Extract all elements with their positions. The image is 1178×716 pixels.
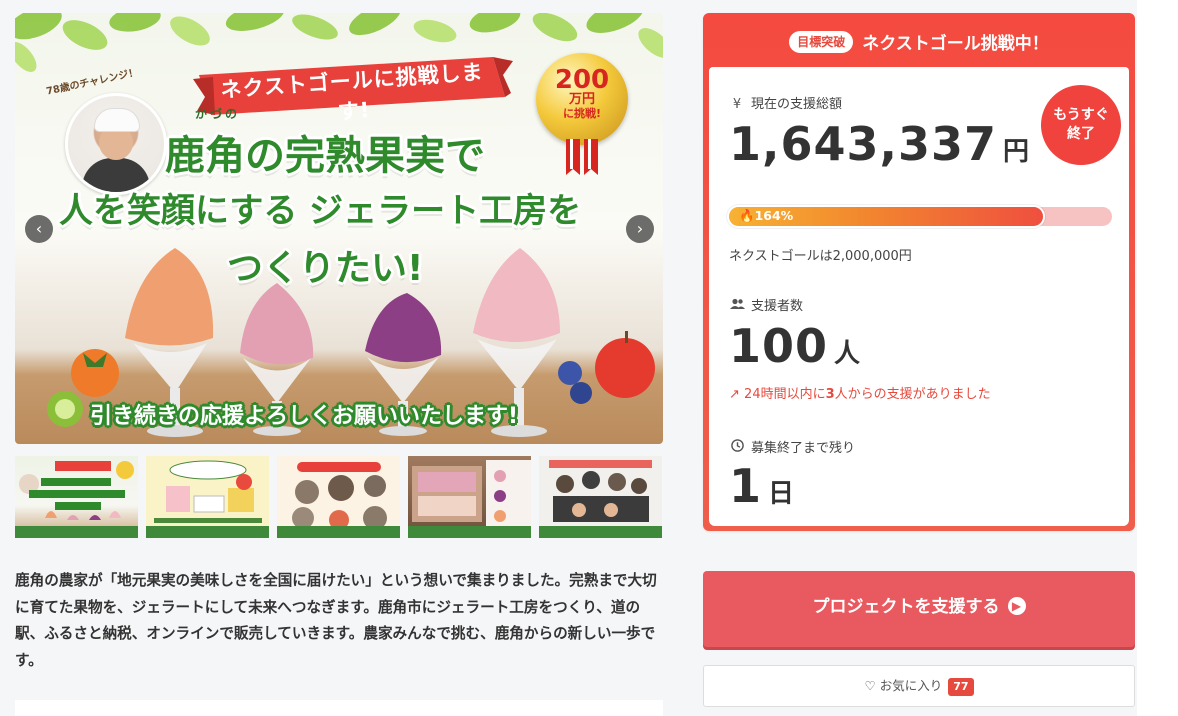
yen-icon: ¥ bbox=[732, 97, 742, 112]
total-label-row: ¥ 現在の支援総額 bbox=[729, 93, 842, 112]
thumbnail-1[interactable] bbox=[15, 456, 138, 538]
ending-soon-line2: 終了 bbox=[1067, 126, 1095, 142]
goal-achieved-badge: 目標突破 bbox=[789, 30, 854, 53]
total-amount-value: 1,643,337 bbox=[729, 117, 997, 171]
hero-image: ネクストゴールに挑戦します! 200 万円 に挑戦! 78歳のチャレンジ！ かづ… bbox=[15, 13, 663, 444]
card-body: ¥ 現在の支援総額 1,643,337 円 もうすぐ 終了 🔥164% ネクストゴー… bbox=[709, 67, 1129, 526]
trend-up-icon: ↗ bbox=[729, 387, 740, 402]
thumbnail-strip bbox=[15, 456, 663, 538]
heart-icon: ♡ bbox=[864, 678, 876, 693]
project-description: 鹿角の農家が「地元果実の美味しさを全国に届けたい」という想いで集まりました。完熟… bbox=[15, 572, 657, 669]
total-amount: 1,643,337 円 bbox=[729, 117, 1029, 171]
remaining-unit: 日 bbox=[768, 479, 795, 509]
support-button-label: プロジェクトを支援する bbox=[812, 597, 1000, 617]
ending-soon-line1: もうすぐ bbox=[1053, 107, 1109, 123]
remaining-label: 募集終了まで残り bbox=[751, 441, 856, 456]
content-card-edge bbox=[15, 700, 663, 716]
next-goal-title: ネクストゴール挑戦中！ bbox=[862, 34, 1049, 54]
goal-badge-200: 200 万円 に挑戦! bbox=[536, 53, 628, 145]
recent-count: 3 bbox=[825, 387, 835, 402]
chevron-left-icon: ‹ bbox=[35, 219, 43, 238]
progress-bar-fill: 🔥164% bbox=[729, 207, 1043, 226]
hero-title-line1: 鹿角の完熟果実で bbox=[165, 133, 485, 179]
recent-prefix: 24時間以内に bbox=[744, 387, 826, 402]
ending-soon-badge: もうすぐ 終了 bbox=[1041, 85, 1121, 165]
supporters-label-row: 支援者数 bbox=[729, 295, 803, 314]
thumbnail-4[interactable] bbox=[408, 456, 531, 538]
favorite-count: 77 bbox=[948, 678, 974, 696]
card-header: 目標突破 ネクストゴール挑戦中！ bbox=[703, 13, 1135, 67]
clock-icon bbox=[729, 439, 745, 456]
favorite-button[interactable]: ♡ お気に入り 77 bbox=[703, 665, 1135, 707]
thumbnail-5[interactable] bbox=[539, 456, 662, 538]
thumbnail-3[interactable] bbox=[277, 456, 400, 538]
page-right-strip bbox=[1137, 0, 1178, 716]
flame-icon: 🔥 bbox=[739, 208, 755, 223]
badge-unit: 万円 bbox=[568, 92, 595, 107]
support-project-button[interactable]: プロジェクトを支援する ▶ bbox=[703, 571, 1135, 647]
funding-stats-card: 目標突破 ネクストゴール挑戦中！ ¥ 現在の支援総額 1,643,337 円 もうす… bbox=[703, 13, 1135, 531]
remaining-days: 1日 bbox=[729, 459, 794, 513]
title-furigana: かづの bbox=[195, 107, 241, 121]
hero-caption: 引き続きの応援よろしくお願いいたします! bbox=[90, 404, 519, 429]
favorite-label: お気に入り bbox=[879, 678, 943, 693]
supporters-value: 100 bbox=[729, 319, 829, 373]
hero-title-line2: 人を笑顔にする ジェラート工房を bbox=[59, 191, 582, 231]
remaining-value: 1 bbox=[729, 459, 763, 513]
carousel-next-button[interactable]: › bbox=[626, 215, 654, 243]
carousel-prev-button[interactable]: ‹ bbox=[25, 215, 53, 243]
progress-bar: 🔥164% bbox=[729, 207, 1112, 226]
chevron-right-icon: › bbox=[636, 219, 644, 238]
total-label: 現在の支援総額 bbox=[751, 97, 843, 112]
arrow-right-circle-icon: ▶ bbox=[1007, 596, 1026, 615]
badge-challenge: に挑戦! bbox=[562, 107, 602, 120]
remaining-label-row: 募集終了まで残り bbox=[729, 437, 855, 456]
progress-percent: 164% bbox=[754, 208, 794, 223]
supporters-unit: 人 bbox=[834, 339, 861, 369]
progress-label: 🔥164% bbox=[739, 208, 793, 224]
users-icon bbox=[729, 298, 745, 314]
total-amount-unit: 円 bbox=[1003, 137, 1030, 167]
supporters-count: 100 人 bbox=[729, 319, 860, 373]
farmer-photo bbox=[65, 93, 167, 195]
supporters-label: 支援者数 bbox=[751, 299, 804, 314]
next-goal-text: ネクストゴールは2,000,000円 bbox=[729, 249, 912, 264]
thumbnail-2[interactable] bbox=[146, 456, 269, 538]
recent-suffix: 人からの支援がありました bbox=[834, 387, 991, 402]
recent-support-text: ↗ 24時間以内に3人からの支援がありました bbox=[729, 383, 991, 402]
badge-ribbon-tails bbox=[566, 139, 598, 175]
badge-amount: 200 bbox=[554, 65, 610, 95]
